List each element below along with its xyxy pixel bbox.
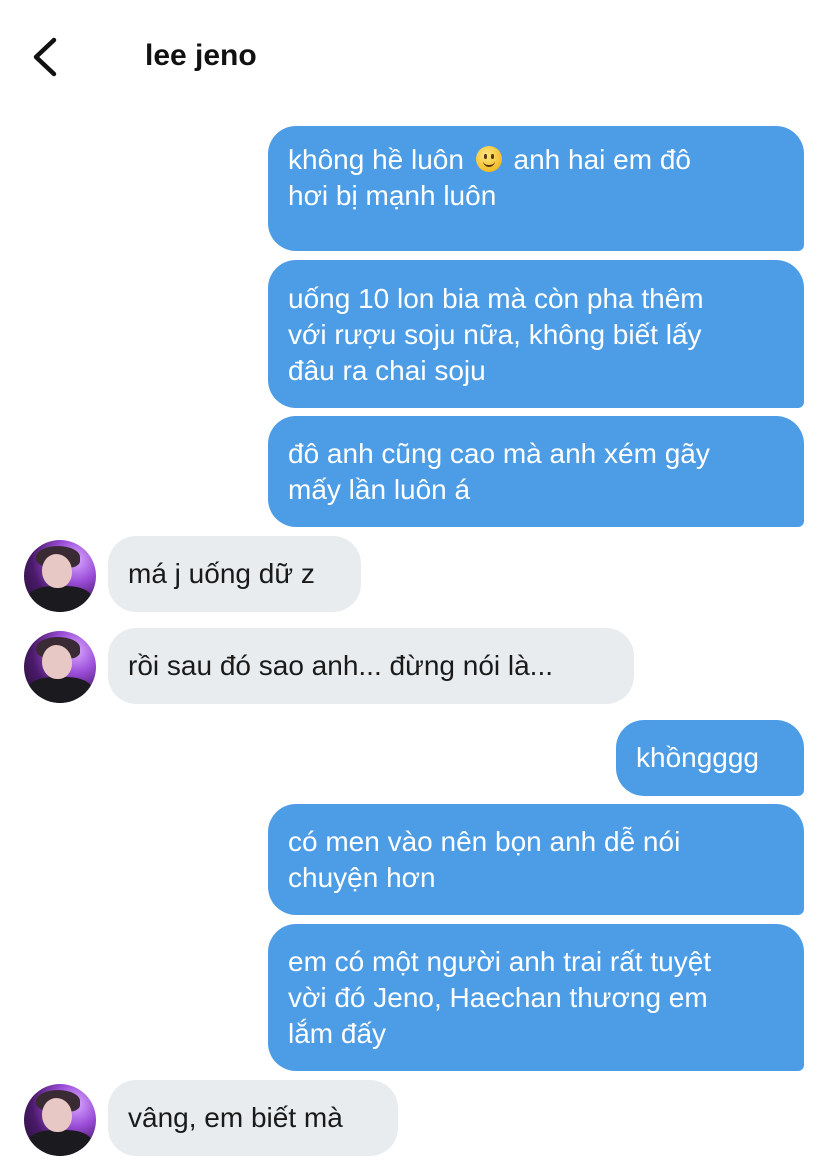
- chevron-left-icon: [33, 37, 57, 77]
- avatar[interactable]: [24, 540, 96, 612]
- message-text: anh hai em đô: [513, 144, 691, 175]
- message-bubble-incoming[interactable]: vâng, em biết mà: [108, 1080, 398, 1156]
- message-text: em có một người anh trai rất tuyệt: [288, 946, 712, 977]
- message-bubble-outgoing[interactable]: không hề luôn anh hai em đô hơi bị mạnh …: [268, 126, 804, 251]
- message-text: không hề luôn: [288, 144, 464, 175]
- message-text: khồngggg: [636, 742, 760, 773]
- message-text: lắm đấy: [288, 1018, 387, 1049]
- message-text: vời đó Jeno, Haechan thương em: [288, 982, 708, 1013]
- message-text: đâu ra chai soju: [288, 355, 486, 386]
- message-text: uống 10 lon bia mà còn pha thêm: [288, 283, 704, 314]
- message-bubble-outgoing[interactable]: em có một người anh trai rất tuyệt vời đ…: [268, 924, 804, 1071]
- message-text: rồi sau đó sao anh... đừng nói là...: [128, 650, 554, 681]
- message-bubble-incoming[interactable]: má j uống dữ z: [108, 536, 361, 612]
- avatar[interactable]: [24, 631, 96, 703]
- message-bubble-outgoing[interactable]: khồngggg: [616, 720, 804, 796]
- message-bubble-outgoing[interactable]: có men vào nên bọn anh dễ nói chuyện hơn: [268, 804, 804, 915]
- message-text: đô anh cũng cao mà anh xém gãy: [288, 438, 710, 469]
- message-text: chuyện hơn: [288, 862, 436, 893]
- message-text: hơi bị mạnh luôn: [288, 180, 497, 211]
- message-text: với rượu soju nữa, không biết lấy: [288, 319, 702, 350]
- message-text: vâng, em biết mà: [128, 1102, 343, 1133]
- message-text: có men vào nên bọn anh dễ nói: [288, 826, 681, 857]
- message-text: má j uống dữ z: [128, 558, 315, 589]
- message-bubble-incoming[interactable]: rồi sau đó sao anh... đừng nói là...: [108, 628, 634, 704]
- smiling-face-icon: [475, 146, 502, 172]
- message-bubble-outgoing[interactable]: uống 10 lon bia mà còn pha thêm với rượu…: [268, 260, 804, 408]
- message-bubble-outgoing[interactable]: đô anh cũng cao mà anh xém gãy mấy lần l…: [268, 416, 804, 527]
- chat-header: lee jeno: [0, 0, 826, 112]
- message-text: mấy lần luôn á: [288, 474, 471, 505]
- back-button[interactable]: [28, 34, 64, 80]
- chat-title: lee jeno: [145, 39, 257, 72]
- avatar[interactable]: [24, 1084, 96, 1156]
